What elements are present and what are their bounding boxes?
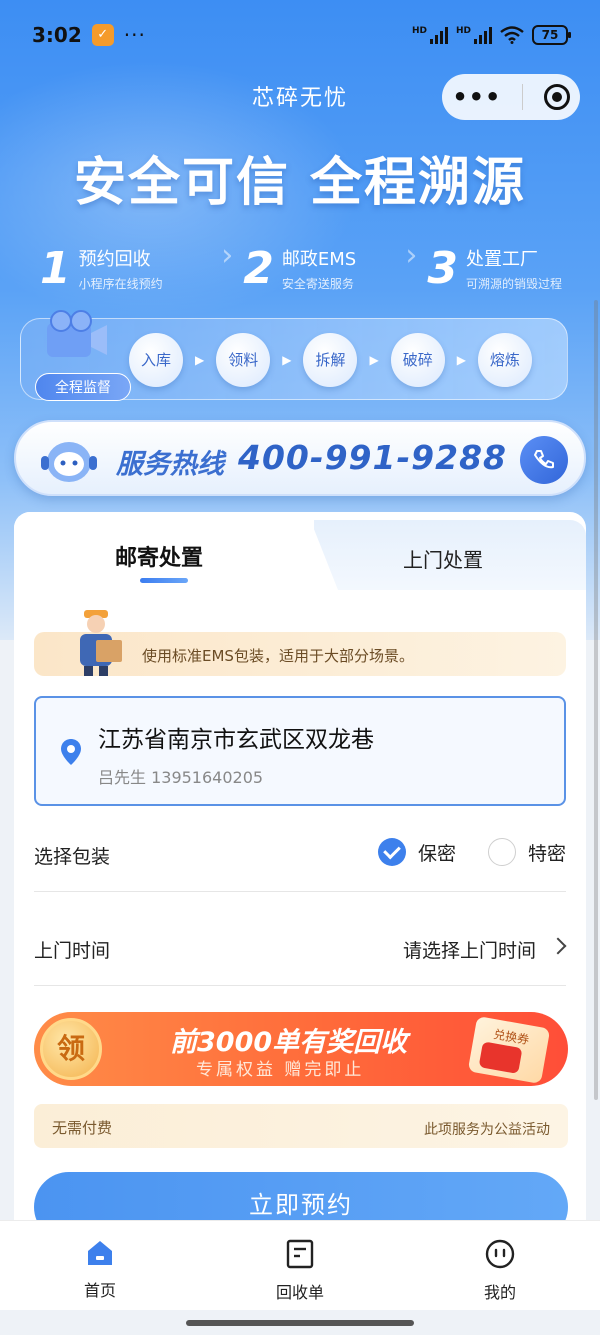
fee-label: 无需付费 <box>52 1119 113 1137</box>
step-3: 3 处置工厂 可溯源的销毁过程 <box>427 238 580 298</box>
address-main: 江苏省南京市玄武区双龙巷 <box>98 727 374 753</box>
triangle-right-icon: ▶ <box>456 353 466 367</box>
address-contact: 吕先生 13951640205 <box>98 768 264 787</box>
step-number: 1 <box>40 242 71 294</box>
notice-text: 使用标准EMS包装，适用于大部分场景。 <box>142 647 414 665</box>
step-title: 预约回收 <box>78 248 151 270</box>
radio-confidential[interactable] <box>377 838 406 866</box>
triangle-right-icon: ▶ <box>369 353 379 367</box>
signal-icon: HD <box>412 26 448 44</box>
signal-icon-2: HD <box>456 26 492 44</box>
fee-note: 此项服务为公益活动 <box>424 1122 550 1138</box>
more-menu-button[interactable]: ••• <box>452 83 501 111</box>
scroll-indicator <box>594 300 598 1100</box>
home-indicator <box>186 1320 414 1326</box>
disposal-tabs: 邮寄处置 上门处置 <box>14 512 586 590</box>
step-2: 2 邮政EMS 安全寄送服务 <box>243 238 405 298</box>
supervision-badge: 全程监督 <box>35 373 131 401</box>
call-button[interactable] <box>520 436 568 484</box>
process-chip: 拆解 <box>303 333 358 387</box>
process-steps: 1 预约回收 小程序在线预约 › 2 邮政EMS 安全寄送服务 › 3 处置工厂… <box>40 238 580 298</box>
process-chip: 领料 <box>216 333 271 387</box>
location-pin-icon <box>61 739 81 765</box>
triangle-right-icon: ▶ <box>195 353 205 367</box>
radio-top-secret[interactable] <box>487 838 516 866</box>
close-miniprogram-button[interactable] <box>543 84 570 110</box>
packaging-options: 保密 特密 <box>377 838 566 866</box>
robot-mascot-icon <box>41 442 97 482</box>
status-bar: 3:02 ✓ ··· HD HD 75 <box>0 0 600 70</box>
step-number: 3 <box>427 242 459 294</box>
document-icon <box>286 1239 314 1269</box>
service-hotline-banner[interactable]: 服务热线 400-991-9288 <box>14 420 586 496</box>
visit-time-label: 上门时间 <box>34 940 111 962</box>
hero-slogan: 安全可信 全程溯源 <box>73 153 527 213</box>
camera-monitor-icon <box>47 310 107 357</box>
step-title: 邮政EMS <box>281 248 357 270</box>
chevron-right-icon <box>549 937 567 955</box>
booking-card: 邮寄处置 上门处置 使用标准EMS包装，适用于大部分场景。 江苏省南京市玄武区双… <box>14 512 586 1272</box>
wifi-icon <box>500 26 524 44</box>
capsule-divider <box>522 84 524 110</box>
tabbar-item-mine[interactable]: 我的 <box>400 1221 600 1310</box>
tabbar-item-orders[interactable]: 回收单 <box>200 1221 400 1310</box>
step-subtitle: 安全寄送服务 <box>281 276 354 291</box>
tabbar-label: 回收单 <box>275 1283 324 1302</box>
battery-icon: 75 <box>532 25 571 45</box>
step-number: 2 <box>243 242 274 294</box>
promo-title: 前3000单有奖回收 <box>170 1027 408 1058</box>
process-chip: 破碎 <box>390 333 445 387</box>
tabbar-label: 我的 <box>483 1283 516 1302</box>
status-more: ··· <box>123 23 146 47</box>
chevron-right-icon: › <box>221 238 234 273</box>
packaging-row: 选择包装 保密 特密 <box>34 812 566 892</box>
hotline-number[interactable]: 400-991-9288 <box>238 438 507 477</box>
tabbar-label: 首页 <box>83 1281 116 1300</box>
address-card[interactable]: 江苏省南京市玄武区双龙巷 吕先生 13951640205 <box>34 696 566 806</box>
triangle-right-icon: ▶ <box>282 353 292 367</box>
radio-confidential-label[interactable]: 保密 <box>418 839 456 866</box>
home-icon <box>88 1241 112 1265</box>
step-1: 1 预约回收 小程序在线预约 <box>40 238 221 298</box>
tab-mail-label[interactable]: 邮寄处置 <box>14 540 304 572</box>
process-chip: 入库 <box>129 333 183 387</box>
visit-time-row[interactable]: 上门时间 请选择上门时间 <box>34 906 567 986</box>
face-icon <box>485 1239 515 1269</box>
tab-active-indicator <box>140 578 188 583</box>
chevron-right-icon: › <box>405 238 418 273</box>
app-notification-icon: ✓ <box>91 24 114 46</box>
packaging-notice: 使用标准EMS包装，适用于大部分场景。 <box>34 610 566 676</box>
tab-home-visit-label[interactable]: 上门处置 <box>304 544 582 573</box>
step-title: 处置工厂 <box>466 248 539 270</box>
process-chip: 熔炼 <box>477 333 532 387</box>
miniprogram-capsule: ••• <box>442 74 580 120</box>
promo-subtitle: 专属权益 赠完即止 <box>196 1060 365 1080</box>
tabbar-item-home[interactable]: 首页 <box>0 1221 200 1310</box>
radio-top-secret-label[interactable]: 特密 <box>528 839 566 866</box>
packaging-label: 选择包装 <box>34 846 111 868</box>
promo-banner[interactable]: 领 前3000单有奖回收 专属权益 赠完即止 兑换券 <box>34 1012 568 1086</box>
process-chips: 入库 ▶ 领料 ▶ 拆解 ▶ 破碎 ▶ 熔炼 <box>129 333 532 387</box>
supervision-process: 全程监督 入库 ▶ 领料 ▶ 拆解 ▶ 破碎 ▶ 熔炼 <box>20 310 568 401</box>
step-subtitle: 可溯源的销毁过程 <box>466 276 563 291</box>
phone-icon <box>534 450 554 469</box>
coupon-icon: 兑换券 <box>467 1016 551 1084</box>
fee-info-bar: 无需付费 此项服务为公益活动 <box>34 1104 568 1148</box>
hotline-label: 服务热线 <box>116 449 224 480</box>
courier-illustration-icon <box>80 610 122 676</box>
status-time: 3:02 <box>32 23 82 47</box>
claim-coin-icon: 领 <box>40 1018 102 1080</box>
bottom-tabbar: 首页 回收单 我的 <box>0 1220 600 1310</box>
visit-time-picker[interactable]: 请选择上门时间 <box>403 936 536 963</box>
step-subtitle: 小程序在线预约 <box>78 276 163 291</box>
